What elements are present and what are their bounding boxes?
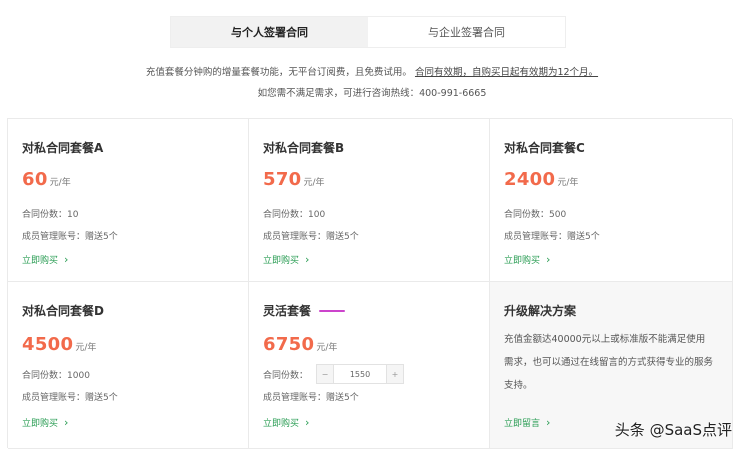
buy-label: 立即购买 bbox=[22, 256, 59, 266]
members-label: 成员管理账号： bbox=[22, 393, 86, 403]
chevron-right-icon: › bbox=[305, 253, 310, 266]
buy-now-link[interactable]: 立即购买 › bbox=[263, 416, 309, 429]
package-card-d: 对私合同套餐D 4500 元/年 合同份数：1000 成员管理账号：赠送5个 立即… bbox=[8, 282, 249, 449]
flexible-title: 灵活套餐 bbox=[263, 304, 312, 318]
flexible-badge bbox=[319, 309, 346, 312]
members-label: 成员管理账号： bbox=[263, 393, 327, 403]
package-card-a: 对私合同套餐A 60 元/年 合同份数：10 成员管理账号：赠送5个 立即购买 › bbox=[8, 119, 249, 282]
contracts-label: 合同份数： bbox=[22, 371, 68, 381]
contracts-label: 合同份数： bbox=[504, 210, 550, 220]
members-value: 赠送5个 bbox=[326, 232, 359, 242]
contract-type-tabs: 与个人签署合同 与企业签署合同 bbox=[170, 16, 566, 48]
contracts-row: 合同份数： − 1550 + bbox=[263, 364, 405, 384]
buy-now-link[interactable]: 立即购买 › bbox=[504, 253, 550, 266]
contracts-label: 合同份数： bbox=[263, 210, 309, 220]
quantity-input[interactable]: 1550 bbox=[333, 365, 388, 383]
package-price: 60 元/年 bbox=[22, 169, 71, 190]
members-label: 成员管理账号： bbox=[504, 232, 568, 242]
price-value: 570 bbox=[263, 169, 302, 190]
contracts-row: 合同份数：1000 bbox=[22, 368, 90, 381]
price-value: 6750 bbox=[263, 334, 315, 355]
quantity-stepper: − 1550 + bbox=[316, 364, 405, 384]
members-value: 赠送5个 bbox=[85, 232, 118, 242]
price-unit: 元/年 bbox=[303, 178, 325, 188]
contracts-label: 合同份数： bbox=[263, 370, 309, 381]
members-row: 成员管理账号：赠送5个 bbox=[504, 229, 600, 242]
contracts-row: 合同份数：500 bbox=[504, 207, 566, 220]
members-value: 赠送5个 bbox=[326, 393, 359, 403]
notice-line-1: 充值套餐分钟购的增量套餐功能，无平台订阅费，且免费试用。 合同有效期，自购买日起… bbox=[0, 66, 744, 80]
package-price: 570 元/年 bbox=[263, 169, 325, 190]
contracts-value: 100 bbox=[308, 210, 326, 220]
buy-label: 立即购买 bbox=[504, 256, 541, 266]
upgrade-description: 充值金额达40000元以上或标准版不能满足使用需求，也可以通过在线留言的方式获得… bbox=[504, 334, 714, 391]
package-price: 4500 元/年 bbox=[22, 334, 96, 355]
contracts-value: 1000 bbox=[67, 371, 90, 381]
contracts-label: 合同份数： bbox=[22, 210, 68, 220]
notice-text: 充值套餐分钟购的增量套餐功能，无平台订阅费，且免费试用。 bbox=[145, 67, 412, 78]
package-price: 2400 元/年 bbox=[504, 169, 578, 190]
package-card-b: 对私合同套餐B 570 元/年 合同份数：100 成员管理账号：赠送5个 立即购买… bbox=[249, 119, 490, 282]
price-value: 2400 bbox=[504, 169, 556, 190]
package-title: 对私合同套餐C bbox=[504, 141, 585, 155]
members-row: 成员管理账号：赠送5个 bbox=[22, 390, 118, 403]
package-card-c: 对私合同套餐C 2400 元/年 合同份数：500 成员管理账号：赠送5个 立即购… bbox=[490, 119, 733, 282]
members-label: 成员管理账号： bbox=[263, 232, 327, 242]
price-unit: 元/年 bbox=[75, 343, 97, 353]
buy-now-link[interactable]: 立即购买 › bbox=[22, 253, 68, 266]
members-value: 赠送5个 bbox=[567, 232, 600, 242]
buy-label: 立即购买 bbox=[22, 419, 59, 429]
buy-now-link[interactable]: 立即购买 › bbox=[263, 253, 309, 266]
increment-button[interactable]: + bbox=[387, 365, 404, 383]
members-label: 成员管理账号： bbox=[22, 232, 86, 242]
upgrade-title: 升级解决方案 bbox=[504, 304, 577, 318]
package-title: 灵活套餐 bbox=[263, 302, 346, 319]
tab-enterprise[interactable]: 与企业签署合同 bbox=[368, 17, 565, 47]
validity-link[interactable]: 合同有效期，自购买日起有效期为12个月。 bbox=[415, 67, 598, 78]
package-grid: 对私合同套餐A 60 元/年 合同份数：10 成员管理账号：赠送5个 立即购买 › … bbox=[7, 118, 733, 449]
package-card-flexible: 灵活套餐 6750 元/年 合同份数： − 1550 + 成员管理账号：赠送5个 … bbox=[249, 282, 490, 449]
buy-label: 立即购买 bbox=[263, 256, 300, 266]
decrement-button[interactable]: − bbox=[317, 365, 334, 383]
package-title: 对私合同套餐A bbox=[22, 141, 104, 155]
buy-label: 立即购买 bbox=[263, 419, 300, 429]
chevron-right-icon: › bbox=[546, 416, 551, 429]
tab-individual[interactable]: 与个人签署合同 bbox=[171, 17, 368, 47]
price-unit: 元/年 bbox=[49, 178, 71, 188]
package-title: 对私合同套餐B bbox=[263, 141, 345, 155]
chevron-right-icon: › bbox=[64, 416, 69, 429]
leave-message-link[interactable]: 立即留言 › bbox=[504, 416, 550, 429]
contracts-value: 500 bbox=[549, 210, 567, 220]
package-price: 6750 元/年 bbox=[263, 334, 337, 355]
contracts-value: 10 bbox=[67, 210, 79, 220]
members-row: 成员管理账号：赠送5个 bbox=[263, 229, 359, 242]
price-value: 4500 bbox=[22, 334, 74, 355]
members-row: 成员管理账号：赠送5个 bbox=[263, 390, 359, 403]
chevron-right-icon: › bbox=[305, 416, 310, 429]
notice-line-2: 如您需不满足需求，可进行咨询热线：400-991-6665 bbox=[257, 88, 487, 99]
watermark-text: 头条 @SaaS点评 bbox=[614, 421, 732, 439]
price-unit: 元/年 bbox=[557, 178, 579, 188]
members-value: 赠送5个 bbox=[85, 393, 118, 403]
contracts-row: 合同份数：100 bbox=[263, 207, 325, 220]
contracts-row: 合同份数：10 bbox=[22, 207, 78, 220]
chevron-right-icon: › bbox=[64, 253, 69, 266]
contact-label: 立即留言 bbox=[504, 419, 541, 429]
buy-now-link[interactable]: 立即购买 › bbox=[22, 416, 68, 429]
price-value: 60 bbox=[22, 169, 48, 190]
price-unit: 元/年 bbox=[316, 343, 338, 353]
members-row: 成员管理账号：赠送5个 bbox=[22, 229, 118, 242]
chevron-right-icon: › bbox=[546, 253, 551, 266]
package-title: 对私合同套餐D bbox=[22, 304, 104, 318]
